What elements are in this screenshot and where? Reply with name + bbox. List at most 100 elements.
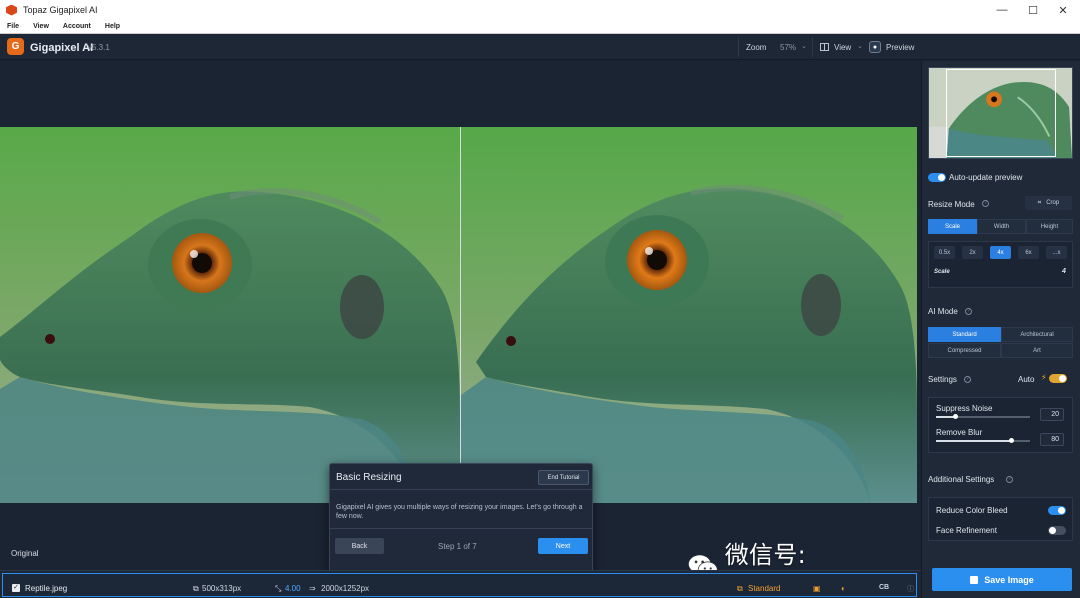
- scale-chip-0-5x[interactable]: 0.5x: [934, 246, 955, 259]
- image-canvas[interactable]: Original Basic Resizing End Tutorial Gig…: [0, 61, 926, 598]
- resize-tab-scale[interactable]: Scale: [928, 219, 977, 234]
- ai-mode-architectural[interactable]: Architectural: [1001, 327, 1073, 342]
- face-refinement-toggle[interactable]: [1048, 526, 1066, 535]
- menu-account[interactable]: Account: [63, 23, 91, 30]
- additional-settings-help-icon[interactable]: ?: [1006, 476, 1013, 483]
- suppress-noise-handle[interactable]: [953, 414, 958, 419]
- reduce-color-bleed-label: Reduce Color Bleed: [936, 506, 1008, 515]
- original-image-pane[interactable]: [0, 127, 460, 503]
- save-disk-icon: [970, 575, 979, 584]
- color-bleed-indicator: CB: [879, 584, 890, 591]
- auto-settings-label: Auto: [1018, 375, 1035, 384]
- reduce-color-bleed-toggle[interactable]: [1048, 506, 1066, 515]
- window-title: Topaz Gigapixel AI: [23, 5, 98, 15]
- auto-update-toggle[interactable]: [928, 173, 946, 182]
- save-image-button[interactable]: Save Image: [932, 568, 1072, 591]
- zoom-chevron-down-icon[interactable]: ⌄: [801, 42, 807, 50]
- scale-chip-4x[interactable]: 4x: [990, 246, 1011, 259]
- tutorial-back-button[interactable]: Back: [335, 538, 384, 554]
- scale-value[interactable]: 4: [1062, 268, 1066, 275]
- navigator-viewport-frame[interactable]: [946, 69, 1056, 157]
- remove-blur-handle[interactable]: [1009, 438, 1014, 443]
- ai-mode-compressed[interactable]: Compressed: [928, 343, 1001, 358]
- tutorial-header: Basic Resizing End Tutorial: [330, 464, 592, 490]
- scale-chip-custom[interactable]: ...x: [1046, 246, 1067, 259]
- auto-update-label: Auto-update preview: [949, 173, 1023, 182]
- resize-mode-title: Resize Mode: [928, 200, 975, 209]
- original-image: [0, 127, 460, 503]
- scale-chip-2x[interactable]: 2x: [962, 246, 983, 259]
- tutorial-next-button[interactable]: Next: [538, 538, 588, 554]
- menu-bar: File View Account Help: [0, 20, 1080, 34]
- app-version: v5.3.1: [88, 43, 110, 52]
- resize-tab-width[interactable]: Width: [977, 219, 1026, 234]
- zoom-select[interactable]: 57%: [780, 43, 796, 52]
- save-image-label: Save Image: [984, 574, 1034, 585]
- app-header: G Gigapixel AI v5.3.1 Zoom 57% ⌄ View ⌄ …: [0, 34, 1080, 60]
- settings-sidebar: Auto-update preview Resize Mode ? ⌗ Crop…: [921, 61, 1080, 598]
- menu-help[interactable]: Help: [105, 23, 120, 30]
- source-size-icon: ⧉: [193, 584, 199, 593]
- info-icon[interactable]: ⓘ: [907, 584, 914, 594]
- preview-toggle-button[interactable]: ● Preview: [869, 39, 921, 55]
- close-button[interactable]: ✕: [1046, 0, 1080, 20]
- file-checkbox[interactable]: ✓: [12, 584, 20, 592]
- scale-factor: 4.00: [285, 584, 301, 593]
- crop-button[interactable]: ⌗ Crop: [1025, 196, 1072, 210]
- maximize-button[interactable]: ☐: [1016, 0, 1050, 20]
- resize-mode-help-icon[interactable]: ?: [982, 200, 989, 207]
- file-row[interactable]: ✓ Reptile.jpeg ⧉ 500x313px ⤡ 4.00 ⇒ 2000…: [2, 573, 917, 597]
- window-titlebar: Topaz Gigapixel AI — ☐ ✕: [0, 0, 1080, 20]
- gigapixel-logo-icon: G: [7, 38, 24, 55]
- scale-label: Scale: [934, 269, 950, 275]
- ai-mode-title: AI Mode: [928, 307, 958, 316]
- preview-image-pane[interactable]: [461, 127, 917, 503]
- menu-view[interactable]: View: [33, 23, 49, 30]
- auto-settings-toggle[interactable]: [1049, 374, 1067, 383]
- minimize-button[interactable]: —: [985, 0, 1019, 20]
- face-refinement-label: Face Refinement: [936, 526, 997, 535]
- bolt-icon: ⚡: [1041, 373, 1047, 382]
- remove-blur-fill: [936, 440, 1011, 442]
- settings-title: Settings: [928, 375, 957, 384]
- ai-mode-standard[interactable]: Standard: [928, 327, 1001, 342]
- additional-settings-title: Additional Settings: [928, 475, 995, 484]
- output-size: 2000x1252px: [321, 584, 370, 593]
- ai-mode-art[interactable]: Art: [1001, 343, 1073, 358]
- scale-icon: ⤡: [275, 584, 282, 593]
- remove-blur-label: Remove Blur: [936, 428, 983, 437]
- resize-tab-height[interactable]: Height: [1026, 219, 1073, 234]
- scale-chip-6x[interactable]: 6x: [1018, 246, 1039, 259]
- crop-icon: ⌗: [1037, 199, 1042, 206]
- model-icon: ⧉: [737, 584, 743, 593]
- file-name: Reptile.jpeg: [25, 584, 68, 593]
- crop-label: Crop: [1046, 200, 1060, 206]
- view-menu-button[interactable]: View: [834, 43, 851, 52]
- eye-icon: ●: [869, 41, 881, 53]
- output-arrow-icon: ⇒: [309, 584, 316, 593]
- remove-blur-input[interactable]: 80: [1040, 433, 1064, 446]
- settings-help-icon[interactable]: ?: [964, 376, 971, 383]
- header-divider: [812, 37, 813, 57]
- additional-settings-panel: Reduce Color Bleed Face Refinement: [928, 497, 1073, 541]
- preview-label: Preview: [886, 42, 915, 52]
- box-icon: ▣: [813, 584, 821, 593]
- wand-icon: ◐: [841, 584, 846, 593]
- source-size: 500x313px: [202, 584, 242, 593]
- header-divider: [738, 37, 739, 57]
- suppress-noise-input[interactable]: 20: [1040, 408, 1064, 421]
- ai-mode-help-icon[interactable]: ?: [965, 308, 972, 315]
- topaz-logo-icon: [6, 4, 17, 16]
- original-label: Original: [11, 549, 39, 558]
- view-chevron-down-icon[interactable]: ⌄: [857, 42, 863, 50]
- split-view-icon[interactable]: [820, 43, 829, 51]
- menu-file[interactable]: File: [7, 23, 19, 30]
- model-name: Standard: [748, 584, 781, 593]
- file-queue-bar: ✓ Reptile.jpeg ⧉ 500x313px ⤡ 4.00 ⇒ 2000…: [0, 570, 921, 598]
- navigator-thumbnail[interactable]: [928, 67, 1073, 159]
- end-tutorial-button[interactable]: End Tutorial: [538, 470, 589, 485]
- tutorial-title: Basic Resizing: [336, 472, 402, 483]
- tutorial-step-indicator: Step 1 of 7: [438, 542, 477, 551]
- tutorial-divider: [330, 528, 592, 529]
- enhancement-settings-panel: Suppress Noise 20 Remove Blur 80: [928, 397, 1073, 453]
